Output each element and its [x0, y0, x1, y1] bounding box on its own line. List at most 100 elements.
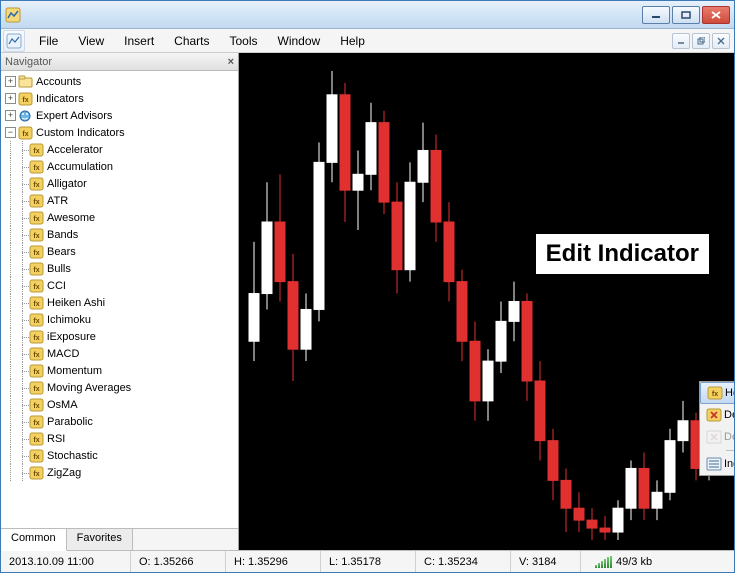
tree-label: Bulls	[47, 263, 71, 275]
ctx-item-delete[interactable]: Delete Indicator	[700, 404, 734, 426]
menubar: File View Insert Charts Tools Window Hel…	[1, 29, 734, 53]
tree-label: Bears	[47, 246, 76, 258]
fx-icon: fx	[29, 415, 44, 429]
tree-label: Moving Averages	[47, 382, 131, 394]
tree-item-heiken-ashi[interactable]: fx Heiken Ashi	[1, 294, 238, 311]
tree-label: Bands	[47, 229, 78, 241]
tree-item-rsi[interactable]: fxRSI	[1, 430, 238, 447]
svg-text:fx: fx	[33, 301, 39, 308]
navigator-close-button[interactable]: ×	[228, 56, 234, 68]
tree-label: ZigZag	[47, 467, 81, 479]
svg-text:fx: fx	[33, 335, 39, 342]
sb-volume: V: 3184	[511, 551, 581, 572]
plus-expander-icon[interactable]: +	[5, 76, 16, 87]
tree-item-awesome[interactable]: fxAwesome	[1, 209, 238, 226]
tab-common[interactable]: Common	[1, 529, 67, 551]
ctx-label-list: Indicators List	[724, 458, 734, 470]
menu-view[interactable]: View	[68, 31, 114, 51]
window-minimize-button[interactable]	[642, 6, 670, 24]
ctx-item-properties[interactable]: fx Heiken Ashi properties...	[700, 382, 734, 404]
tree-item-expert-advisors[interactable]: + Expert Advisors	[1, 107, 238, 124]
tree-label: Indicators	[36, 93, 84, 105]
tree-label: Expert Advisors	[36, 110, 112, 122]
menu-charts[interactable]: Charts	[164, 31, 219, 51]
plus-expander-icon[interactable]: +	[5, 93, 16, 104]
mdi-restore-button[interactable]	[692, 33, 710, 49]
svg-text:fx: fx	[33, 148, 39, 155]
svg-text:fx: fx	[33, 199, 39, 206]
fx-icon: fx	[29, 398, 44, 412]
tree-label: CCI	[47, 280, 66, 292]
svg-text:fx: fx	[33, 454, 39, 461]
tree-label: Accelerator	[47, 144, 103, 156]
chart-area[interactable]: Edit Indicator fx Heiken Ashi properties…	[239, 53, 734, 550]
navigator-title: Navigator	[5, 56, 52, 68]
tree-item-accumulation[interactable]: fxAccumulation	[1, 158, 238, 175]
tree-item-indicators[interactable]: +fxIndicators	[1, 90, 238, 107]
svg-text:fx: fx	[33, 403, 39, 410]
fx-icon: fx	[29, 296, 44, 310]
tree-item-ichimoku[interactable]: fxIchimoku	[1, 311, 238, 328]
tab-favorites[interactable]: Favorites	[67, 529, 133, 550]
menu-window[interactable]: Window	[268, 31, 331, 51]
tree-item-zigzag[interactable]: fxZigZag	[1, 464, 238, 481]
fx-icon: fx	[29, 279, 44, 293]
svg-text:fx: fx	[33, 182, 39, 189]
tree-item-osma[interactable]: fxOsMA	[1, 396, 238, 413]
window-close-button[interactable]	[702, 6, 730, 24]
tree-item-iexposure[interactable]: fxiExposure	[1, 328, 238, 345]
tree-label: Awesome	[47, 212, 95, 224]
tree-item-accounts[interactable]: + Accounts	[1, 73, 238, 90]
delete-icon	[704, 408, 724, 422]
tree-item-alligator[interactable]: fx Alligator	[1, 175, 238, 192]
tree-label: Alligator	[47, 178, 87, 190]
fx-icon: fx	[29, 364, 44, 378]
delete-window-icon	[704, 430, 724, 444]
tree-item-macd[interactable]: fxMACD	[1, 345, 238, 362]
signal-bars-icon	[595, 556, 612, 568]
tree-item-cci[interactable]: fxCCI	[1, 277, 238, 294]
app-menu-icon[interactable]	[3, 30, 25, 52]
svg-text:fx: fx	[33, 250, 39, 257]
fx-icon: fx	[29, 449, 44, 463]
tree-label: Accumulation	[47, 161, 113, 173]
mdi-minimize-button[interactable]	[672, 33, 690, 49]
svg-text:fx: fx	[712, 391, 718, 398]
fx-icon: fx	[18, 92, 33, 106]
tree-item-bulls[interactable]: fx Bulls	[1, 260, 238, 277]
tree-label: Parabolic	[47, 416, 93, 428]
menu-tools[interactable]: Tools	[220, 31, 268, 51]
svg-text:fx: fx	[33, 267, 39, 274]
menu-insert[interactable]: Insert	[114, 31, 164, 51]
fx-icon: fx	[29, 262, 44, 276]
window-maximize-button[interactable]	[672, 6, 700, 24]
minus-expander-icon[interactable]: −	[5, 127, 16, 138]
mdi-close-button[interactable]	[712, 33, 730, 49]
tree-label: Stochastic	[47, 450, 98, 462]
tree-label: Custom Indicators	[36, 127, 125, 139]
ctx-separator	[726, 450, 734, 451]
navigator-panel: Navigator × +Accounts+fxIndicators+Exper…	[1, 53, 239, 550]
svg-text:fx: fx	[33, 352, 39, 359]
accounts-icon	[18, 75, 33, 89]
tree-item-accelerator[interactable]: fx Accelerator	[1, 141, 238, 158]
menu-help[interactable]: Help	[330, 31, 375, 51]
tree-item-moving-averages[interactable]: fxMoving Averages	[1, 379, 238, 396]
tree-item-bears[interactable]: fx Bears	[1, 243, 238, 260]
navigator-tree[interactable]: +Accounts+fxIndicators+Expert Advisors−f…	[1, 71, 238, 528]
tree-item-custom-indicators[interactable]: −fxCustom Indicators	[1, 124, 238, 141]
expert-icon	[18, 109, 33, 123]
tree-item-atr[interactable]: fxATR	[1, 192, 238, 209]
tree-label: Heiken Ashi	[47, 297, 105, 309]
plus-expander-icon[interactable]: +	[5, 110, 16, 121]
tree-item-bands[interactable]: fxBands	[1, 226, 238, 243]
menu-file[interactable]: File	[29, 31, 68, 51]
tree-item-stochastic[interactable]: fx Stochastic	[1, 447, 238, 464]
fx-icon: fx	[18, 126, 33, 140]
ctx-item-indicators-list[interactable]: Indicators List Ctrl+I	[700, 453, 734, 475]
ctx-item-delete-window: Delete Indicator Window	[700, 426, 734, 448]
tree-label: Accounts	[36, 76, 81, 88]
fx-icon: fx	[29, 211, 44, 225]
tree-item-momentum[interactable]: fxMomentum	[1, 362, 238, 379]
tree-item-parabolic[interactable]: fxParabolic	[1, 413, 238, 430]
